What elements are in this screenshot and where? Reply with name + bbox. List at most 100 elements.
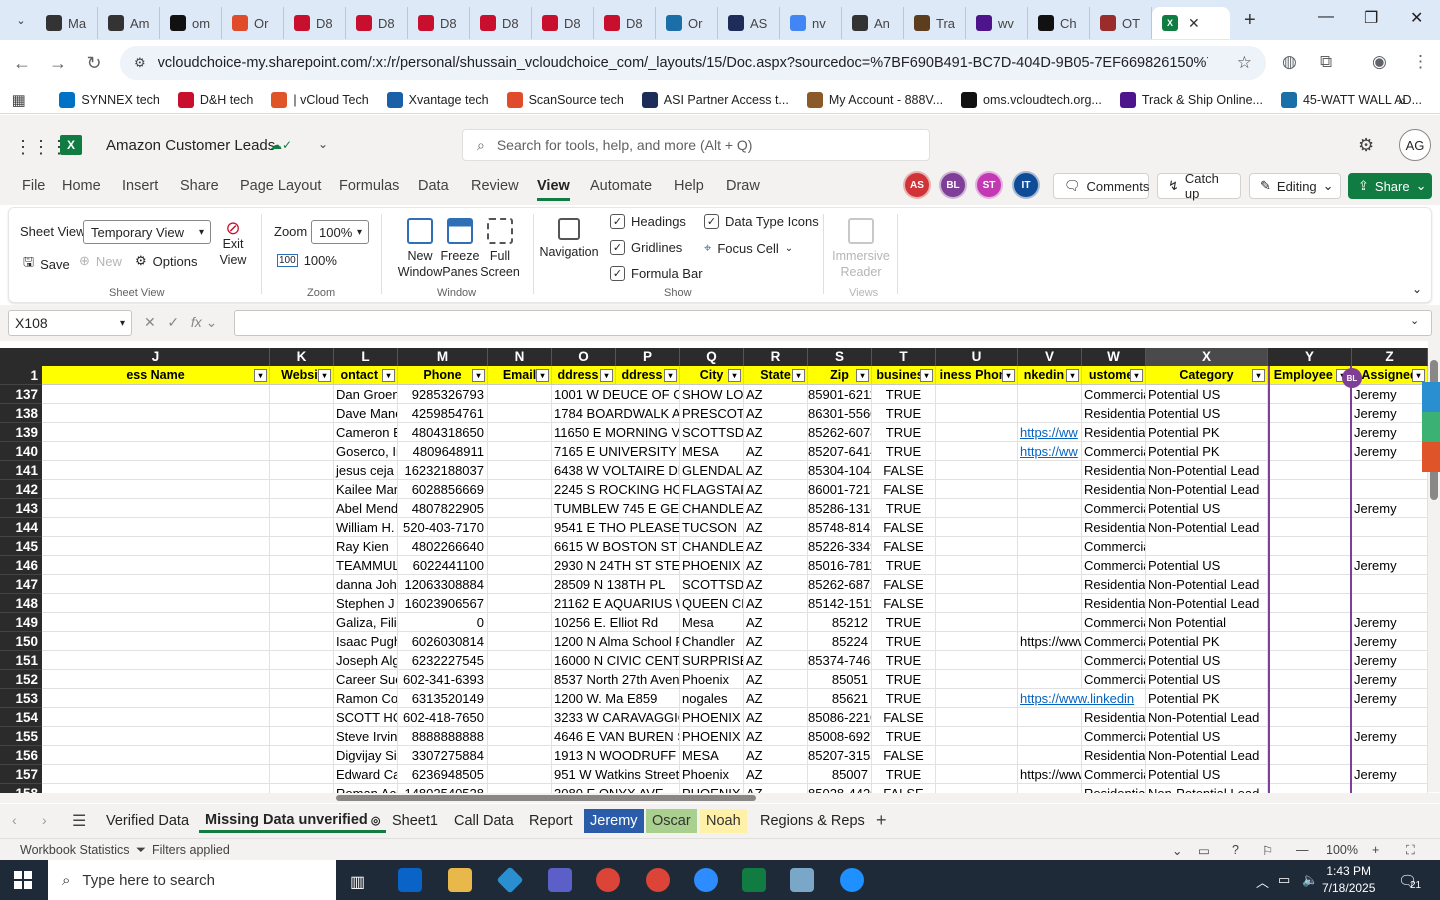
table-cell[interactable]: [1352, 594, 1428, 613]
column-header-l[interactable]: L: [334, 348, 398, 366]
table-cell[interactable]: TRUE: [872, 765, 936, 784]
table-cell[interactable]: Jeremy: [1352, 689, 1428, 708]
table-cell[interactable]: 16023906567: [398, 594, 488, 613]
table-cell[interactable]: 4809648911: [398, 442, 488, 461]
table-cell[interactable]: 6028856669: [398, 480, 488, 499]
table-cell[interactable]: [488, 727, 552, 746]
user-avatar[interactable]: AG: [1399, 129, 1431, 161]
table-cell[interactable]: Non-Potential Lead: [1146, 708, 1268, 727]
browser-tab[interactable]: D8: [594, 7, 656, 39]
omnibox[interactable]: ⚙ vcloudchoice-my.sharepoint.com/:x:/r/p…: [120, 46, 1266, 80]
table-cell[interactable]: [270, 404, 334, 423]
search-box[interactable]: ⌕ Search for tools, help, and more (Alt …: [462, 129, 930, 161]
row-number[interactable]: 147: [0, 575, 42, 594]
table-cell[interactable]: Non-Potential Lead: [1146, 518, 1268, 537]
table-cell[interactable]: 85142-1511: [808, 594, 872, 613]
table-cell[interactable]: Residential: [1082, 423, 1146, 442]
table-cell[interactable]: [488, 689, 552, 708]
table-cell[interactable]: [1268, 442, 1352, 461]
zoom-level[interactable]: 100%: [1326, 843, 1358, 857]
table-cell[interactable]: FALSE: [872, 575, 936, 594]
column-header-o[interactable]: O: [552, 348, 616, 366]
bookmark-item[interactable]: Track & Ship Online...: [1119, 91, 1263, 108]
column-header-r[interactable]: R: [744, 348, 808, 366]
table-cell[interactable]: Jeremy: [1352, 632, 1428, 651]
table-cell[interactable]: AZ: [744, 727, 808, 746]
table-cell[interactable]: https://ww: [1018, 442, 1082, 461]
add-sheet-icon[interactable]: +: [876, 810, 887, 831]
tab-home[interactable]: Home: [62, 178, 101, 194]
zoom-dropdown[interactable]: 100% ▾: [311, 220, 369, 244]
table-cell[interactable]: [488, 594, 552, 613]
table-cell[interactable]: [488, 784, 552, 793]
tab-file[interactable]: File: [22, 178, 45, 194]
table-cell[interactable]: [488, 518, 552, 537]
column-header-k[interactable]: K: [270, 348, 334, 366]
browser-tab[interactable]: D8: [284, 7, 346, 39]
table-cell[interactable]: TRUE: [872, 670, 936, 689]
table-cell[interactable]: [270, 461, 334, 480]
table-cell[interactable]: 28509 N 138TH PL: [552, 575, 680, 594]
table-cell[interactable]: 6313520149: [398, 689, 488, 708]
table-cell[interactable]: TRUE: [872, 385, 936, 404]
table-cell[interactable]: 1001 W DEUCE OF CL: [552, 385, 680, 404]
row-number[interactable]: 153: [0, 689, 42, 708]
excel-taskbar-icon[interactable]: [742, 868, 766, 892]
sheet-view-dropdown[interactable]: Temporary View ▾: [83, 220, 211, 244]
browser-tab[interactable]: wv: [966, 7, 1028, 39]
table-cell[interactable]: Residential: [1082, 708, 1146, 727]
table-cell[interactable]: [42, 670, 270, 689]
filter-dropdown-icon[interactable]: ▾: [254, 369, 267, 382]
table-cell[interactable]: [488, 480, 552, 499]
file-explorer-icon[interactable]: [448, 868, 472, 892]
row-number[interactable]: 141: [0, 461, 42, 480]
table-cell[interactable]: AZ: [744, 480, 808, 499]
table-cell[interactable]: [1268, 575, 1352, 594]
bookmark-item[interactable]: ASI Partner Access t...: [641, 91, 789, 108]
table-cell[interactable]: nogales: [680, 689, 744, 708]
table-cell[interactable]: [1018, 461, 1082, 480]
table-cell[interactable]: AZ: [744, 613, 808, 632]
table-cell[interactable]: Career Suc: [334, 670, 398, 689]
table-cell[interactable]: AZ: [744, 537, 808, 556]
table-cell[interactable]: 16000 N CIVIC CENTE: [552, 651, 680, 670]
table-cell[interactable]: [42, 461, 270, 480]
table-cell[interactable]: CHANDLEI: [680, 537, 744, 556]
table-cell[interactable]: 602-341-6393: [398, 670, 488, 689]
table-cell[interactable]: Jeremy: [1352, 651, 1428, 670]
bookmark-item[interactable]: D&H tech: [177, 91, 253, 108]
table-cell[interactable]: Residential: [1082, 594, 1146, 613]
table-cell[interactable]: Residential: [1082, 575, 1146, 594]
table-cell[interactable]: AZ: [744, 461, 808, 480]
table-cell[interactable]: 10256 E. Elliot Rd: [552, 613, 680, 632]
table-cell[interactable]: Residential: [1082, 480, 1146, 499]
table-cell[interactable]: [936, 670, 1018, 689]
table-cell[interactable]: [1268, 499, 1352, 518]
table-cell[interactable]: [1018, 651, 1082, 670]
table-cell[interactable]: 6022441100: [398, 556, 488, 575]
table-cell[interactable]: Joseph Algi: [334, 651, 398, 670]
table-cell[interactable]: MESA: [680, 746, 744, 765]
table-column-header[interactable]: iness Phone ▾: [936, 366, 1018, 385]
table-cell[interactable]: GLENDALE: [680, 461, 744, 480]
table-cell[interactable]: 85028-4420: [808, 784, 872, 793]
table-cell[interactable]: 1200 N Alma School Ro: [552, 632, 680, 651]
table-cell[interactable]: 1200 W. Ma E859: [552, 689, 680, 708]
table-cell[interactable]: 6438 W VOLTAIRE DR: [552, 461, 680, 480]
table-cell[interactable]: [488, 423, 552, 442]
tab-formulas[interactable]: Formulas: [339, 178, 399, 194]
table-cell[interactable]: SURPRISE: [680, 651, 744, 670]
coauthor-avatar[interactable]: AS: [905, 173, 929, 197]
table-cell[interactable]: [42, 689, 270, 708]
table-cell[interactable]: 16232188037: [398, 461, 488, 480]
table-cell[interactable]: [270, 556, 334, 575]
row-number[interactable]: 156: [0, 746, 42, 765]
table-cell[interactable]: 85086-2210: [808, 708, 872, 727]
table-cell[interactable]: TRUE: [872, 556, 936, 575]
gridlines-checkbox[interactable]: ✓ Gridlines: [610, 240, 682, 255]
filter-dropdown-icon[interactable]: ▾: [1002, 369, 1015, 382]
table-cell[interactable]: Commercia: [1082, 442, 1146, 461]
browser-tab[interactable]: Ch: [1028, 7, 1090, 39]
tab-automate[interactable]: Automate: [590, 178, 652, 194]
extensions-icon[interactable]: ⧉: [1320, 52, 1332, 72]
